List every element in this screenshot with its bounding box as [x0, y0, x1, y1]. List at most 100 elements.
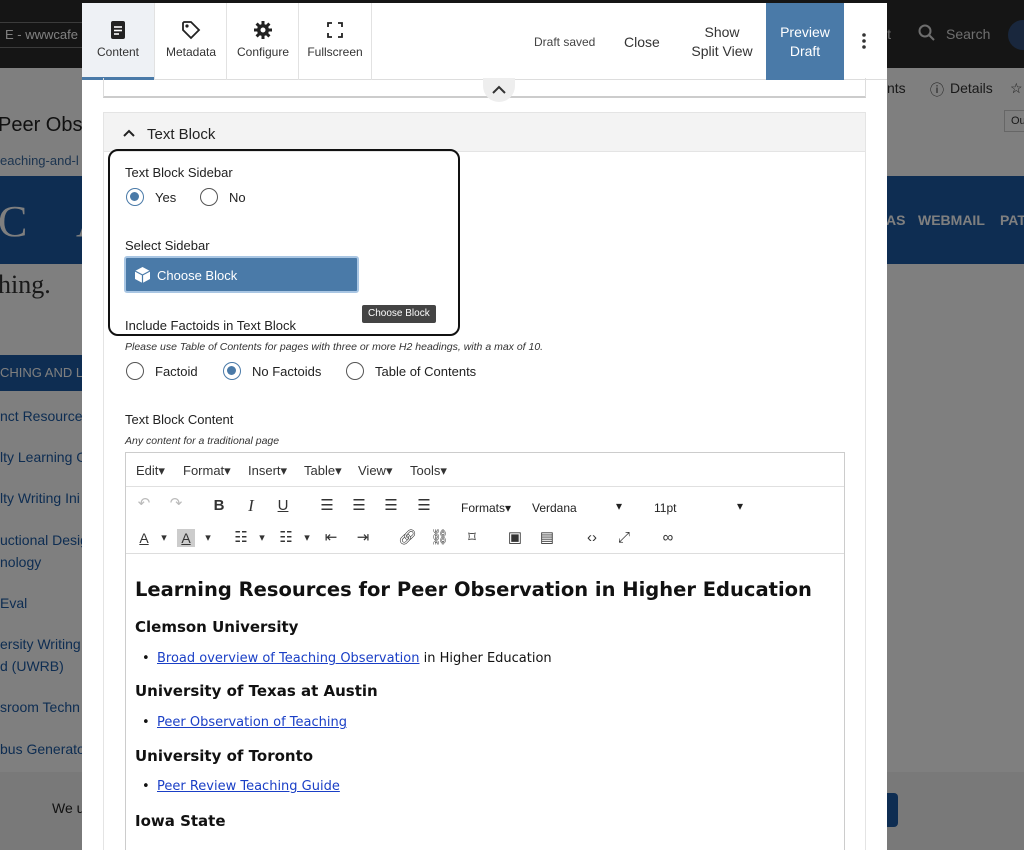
bullet-list-icon[interactable]: ☷ [232, 529, 250, 547]
list-item: Broad overview of Teaching Observation i… [142, 651, 552, 666]
link-suffix: in Higher Education [419, 651, 552, 666]
radio-no-factoids[interactable] [223, 362, 241, 380]
chevron-down-icon[interactable]: ▾ [616, 499, 622, 513]
cube-icon [134, 267, 151, 283]
infinity-icon[interactable]: ∞ [659, 529, 677, 547]
chevron-down-icon[interactable]: ▾ [253, 529, 271, 547]
sidebar-field-label: Text Block Sidebar [125, 165, 233, 180]
menu-view[interactable]: View▾ [358, 463, 392, 479]
section-heading: University of Toronto [135, 747, 314, 765]
chevron-up-icon [123, 129, 135, 137]
tab-content[interactable]: Content [82, 3, 154, 80]
tab-fullscreen[interactable]: Fullscreen [299, 3, 371, 80]
bold-icon[interactable]: B [210, 497, 228, 515]
font-size-value: 11pt [654, 501, 677, 515]
editor-toolbar-row-2: A ▾ A ▾ ☷ ▾ ☷ ▾ ⇤ ⇥ 🔗︎ ⛓︎ ⌑ ▣ ▤ ‹› ⤢ ∞ [126, 522, 844, 554]
underline-icon[interactable]: U [274, 497, 292, 515]
content-field-help: Any content for a traditional page [125, 435, 280, 447]
link-icon[interactable]: 🔗︎ [398, 529, 417, 547]
unlink-icon[interactable]: ⛓︎ [430, 529, 449, 547]
resource-link[interactable]: Broad overview of Teaching Observation [157, 651, 419, 666]
numbered-list-icon[interactable]: ☷ [277, 529, 295, 547]
fullscreen-icon[interactable]: ⤢ [615, 529, 633, 547]
menu-label: Tools [410, 463, 441, 478]
tab-label: Content [96, 45, 140, 59]
factoids-field-label: Include Factoids in Text Block [125, 318, 297, 333]
toolbar-divider [371, 3, 372, 80]
choose-block-tooltip: Choose Block [362, 305, 436, 323]
choose-block-button[interactable]: Choose Block [124, 256, 359, 293]
tab-configure[interactable]: Configure [227, 3, 299, 80]
tab-metadata[interactable]: Metadata [155, 3, 227, 80]
radio-sidebar-yes[interactable] [126, 188, 144, 206]
menu-format[interactable]: Format▾ [183, 463, 231, 479]
list-item: Peer Review Teaching Guide [142, 779, 340, 794]
media-icon[interactable]: ▤ [538, 529, 556, 547]
gear-icon [254, 21, 272, 39]
image-icon[interactable]: ▣ [506, 529, 524, 547]
editor-toolbar-row-1: ↶ ↷ B I U ☰ ☰ ☰ ☰ Formats▾ Verdana ▾ 11p… [126, 491, 844, 523]
chevron-down-icon[interactable]: ▾ [199, 529, 217, 547]
more-options-icon[interactable] [854, 31, 874, 51]
factoids-help: Please use Table of Contents for pages w… [125, 341, 544, 353]
content-heading: Learning Resources for Peer Observation … [135, 578, 812, 601]
italic-icon[interactable]: I [242, 497, 260, 515]
radio-label: Factoid [155, 364, 198, 379]
section-heading: Iowa State [135, 812, 226, 830]
editor-content-area[interactable]: Learning Resources for Peer Observation … [126, 553, 844, 850]
outdent-icon[interactable]: ⇤ [322, 529, 340, 547]
show-split-view-button[interactable]: Show Split View [686, 23, 758, 61]
radio-label: No Factoids [252, 364, 322, 379]
menu-label: Insert [248, 463, 281, 478]
tab-label: Configure [236, 45, 290, 59]
indent-icon[interactable]: ⇥ [354, 529, 372, 547]
preview-draft-button[interactable]: Preview Draft [766, 3, 844, 80]
align-center-icon[interactable]: ☰ [350, 497, 368, 515]
radio-factoid[interactable] [126, 362, 144, 380]
highlight-color-icon[interactable]: A [177, 529, 195, 547]
align-justify-icon[interactable]: ☰ [415, 497, 433, 515]
close-button[interactable]: Close [624, 34, 660, 50]
chevron-down-icon[interactable]: ▾ [155, 529, 173, 547]
menu-tools[interactable]: Tools▾ [410, 463, 447, 479]
section-heading: University of Texas at Austin [135, 682, 378, 700]
choose-block-label: Choose Block [157, 268, 238, 283]
preview-line2: Draft [789, 43, 821, 59]
align-right-icon[interactable]: ☰ [382, 497, 400, 515]
formats-dropdown[interactable]: Formats▾ [461, 501, 511, 515]
menu-insert[interactable]: Insert▾ [248, 463, 287, 479]
menu-table[interactable]: Table▾ [304, 463, 342, 479]
preview-line1: Preview [780, 24, 830, 40]
tab-label: Metadata [165, 45, 217, 59]
font-family-select[interactable]: Verdana [532, 501, 577, 515]
list-item: Peer Observation of Teaching [142, 715, 347, 730]
resource-link[interactable]: Peer Review Teaching Guide [157, 779, 340, 794]
undo-icon[interactable]: ↶ [135, 495, 153, 513]
font-size-select[interactable]: 11pt [654, 501, 676, 515]
align-left-icon[interactable]: ☰ [318, 497, 336, 515]
bookmark-icon[interactable]: ⌑ [463, 529, 481, 547]
menu-label: Format [183, 463, 225, 478]
radio-table-of-contents[interactable] [346, 362, 364, 380]
split-view-line1: Show [704, 24, 740, 40]
modal-toolbar: Content Metadata Configure Fullscreen Dr… [82, 3, 887, 80]
text-block-title: Text Block [147, 126, 216, 143]
radio-sidebar-no[interactable] [200, 188, 218, 206]
radio-label: Table of Contents [375, 364, 477, 379]
menu-label: View [358, 463, 386, 478]
code-icon[interactable]: ‹› [583, 529, 601, 547]
resource-link[interactable]: Peer Observation of Teaching [157, 715, 347, 730]
menu-label: Table [304, 463, 336, 478]
collapse-up-button[interactable] [483, 78, 515, 102]
document-icon [111, 21, 125, 39]
text-block-header[interactable]: Text Block [103, 112, 866, 152]
text-color-icon[interactable]: A [135, 529, 153, 547]
chevron-down-icon[interactable]: ▾ [298, 529, 316, 547]
radio-label: No [229, 190, 246, 205]
chevron-down-icon[interactable]: ▾ [737, 499, 743, 513]
split-view-line2: Split View [691, 43, 753, 59]
content-field-label: Text Block Content [125, 412, 234, 427]
menu-edit[interactable]: Edit▾ [136, 463, 165, 479]
redo-icon[interactable]: ↷ [167, 495, 185, 513]
chevron-up-icon [492, 85, 506, 94]
